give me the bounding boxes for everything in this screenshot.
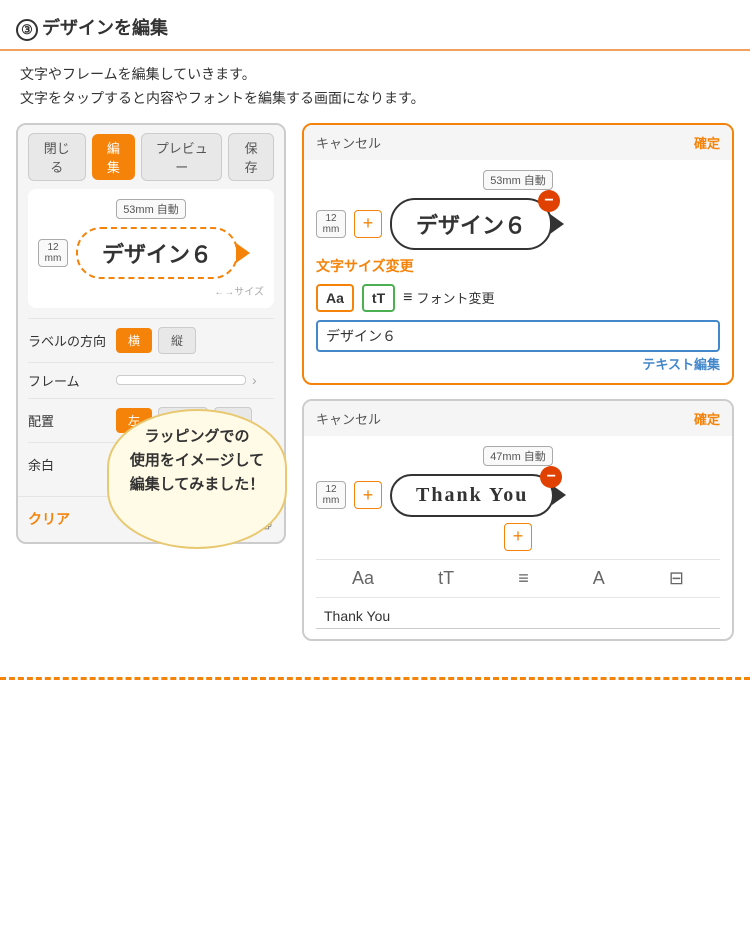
font-aa-button[interactable]: Aa — [316, 284, 354, 312]
font-change-label: フォント変更 — [403, 288, 494, 307]
left-preview-area: 53mm 自動 12mm デザイン６ ←→サイズ — [28, 189, 274, 308]
setting-alignment-label: 配置 — [28, 411, 108, 430]
bottom-dashed-border — [0, 677, 750, 680]
right-bottom-design-row: 12mm + Thank You − — [316, 474, 720, 517]
tool-align-icon[interactable]: ≡ — [518, 568, 529, 589]
close-button[interactable]: 閉じる — [28, 133, 86, 181]
right-top-design-label[interactable]: デザイン６ — [390, 198, 552, 250]
right-top-cancel-button[interactable]: キャンセル — [316, 133, 381, 152]
balloon-line1: ラッピングでの — [144, 428, 249, 445]
minus-circle-top[interactable]: − — [538, 190, 560, 212]
tool-aa-icon[interactable]: Aa — [352, 568, 374, 589]
setting-label-direction: ラベルの方向 横 縦 — [28, 318, 274, 362]
right-panel-top: キャンセル 確定 53mm 自動 12mm + デザイン６ − 文字サイズ変更 — [302, 123, 734, 385]
right-bottom-plus-top[interactable]: + — [354, 481, 382, 509]
right-top-plus-btn[interactable]: + — [354, 210, 382, 238]
tool-tt-icon[interactable]: tT — [438, 568, 454, 589]
right-top-size-badge: 53mm 自動 — [483, 170, 553, 190]
edit-button[interactable]: 編集 — [92, 134, 136, 180]
direction-horizontal-btn[interactable]: 横 — [116, 328, 152, 353]
bottom-tool-row: Aa tT ≡ A ⊟ — [316, 559, 720, 598]
left-mm-badge: 12mm — [38, 239, 68, 267]
right-top-design-row: 12mm + デザイン６ − — [316, 198, 720, 250]
right-bottom-toolbar: キャンセル 確定 — [304, 401, 732, 436]
clear-button[interactable]: クリア — [28, 509, 70, 529]
setting-frame-label: フレーム — [28, 371, 108, 390]
description: 文字やフレームを編集していきます。 文字をタップすると内容やフォントを編集する画… — [0, 51, 750, 123]
right-bottom-plus-below[interactable]: + — [504, 523, 532, 551]
text-input-top[interactable] — [316, 320, 720, 352]
save-button[interactable]: 保存 — [228, 133, 274, 181]
balloon-line3: 編集してみました！ — [130, 476, 265, 493]
right-bottom-size-badge: 47mm 自動 — [483, 446, 553, 466]
setting-frame-value: › — [116, 372, 274, 388]
thank-you-label[interactable]: Thank You — [390, 474, 554, 517]
right-top-confirm-button[interactable]: 確定 — [694, 133, 720, 152]
tool-font-color-icon[interactable]: A — [593, 568, 605, 589]
right-panels: キャンセル 確定 53mm 自動 12mm + デザイン６ − 文字サイズ変更 — [302, 123, 734, 641]
right-top-label-wrapper[interactable]: デザイン６ − — [390, 198, 552, 250]
left-toolbar: 閉じる 編集 プレビュー 保存 — [18, 125, 284, 189]
setting-margin-label: 余白 — [28, 455, 108, 474]
right-bottom-content: 47mm 自動 12mm + Thank You − + Aa — [304, 436, 732, 639]
chevron-right-icon: › — [252, 372, 257, 388]
frame-select[interactable] — [116, 375, 246, 385]
font-tt-button[interactable]: tT — [362, 284, 395, 312]
direction-vertical-btn[interactable]: 縦 — [158, 327, 196, 354]
minus-circle-bottom[interactable]: − — [540, 466, 562, 488]
right-panel-bottom: キャンセル 確定 47mm 自動 12mm + Thank You − — [302, 399, 734, 641]
description-line1: 文字やフレームを編集していきます。 — [20, 63, 730, 87]
font-size-change-label: 文字サイズ変更 — [316, 256, 720, 276]
description-line2: 文字をタップすると内容やフォントを編集する画面になります。 — [20, 87, 730, 111]
setting-frame: フレーム › — [28, 362, 274, 398]
setting-label-direction-value: 横 縦 — [116, 327, 274, 354]
tool-layout-icon[interactable]: ⊟ — [669, 568, 684, 589]
right-top-toolbar: キャンセル 確定 — [304, 125, 732, 160]
main-content: 閉じる 編集 プレビュー 保存 53mm 自動 12mm デザイン６ ←→サイズ… — [0, 123, 750, 661]
font-buttons-row: Aa tT フォント変更 — [316, 284, 720, 312]
page-header: ③デザインを編集 — [0, 0, 750, 51]
page-title: ③デザインを編集 — [16, 18, 168, 38]
left-design-label-wrapper[interactable]: デザイン６ — [76, 227, 238, 279]
left-design-row: 12mm デザイン６ — [38, 227, 264, 279]
text-edit-label: テキスト編集 — [316, 354, 720, 373]
resize-indicator: ←→サイズ — [38, 283, 264, 298]
preview-button[interactable]: プレビュー — [141, 133, 222, 181]
right-bottom-cancel-button[interactable]: キャンセル — [316, 409, 381, 428]
left-design-label[interactable]: デザイン６ — [76, 227, 238, 279]
right-top-content: 53mm 自動 12mm + デザイン６ − 文字サイズ変更 Aa tT フォン… — [304, 160, 732, 383]
step-number: ③ — [16, 19, 38, 41]
right-bottom-mm-badge: 12mm — [316, 481, 346, 509]
right-bottom-confirm-button[interactable]: 確定 — [694, 409, 720, 428]
balloon-line2: 使用をイメージして — [130, 452, 264, 469]
thank-you-wrapper[interactable]: Thank You − — [390, 474, 554, 517]
left-size-badge: 53mm 自動 — [116, 199, 186, 219]
balloon: ラッピングでの 使用をイメージして 編集してみました！ — [107, 409, 287, 549]
setting-label-direction-label: ラベルの方向 — [28, 331, 108, 350]
text-input-bottom[interactable] — [316, 604, 720, 629]
right-top-mm-badge: 12mm — [316, 210, 346, 238]
